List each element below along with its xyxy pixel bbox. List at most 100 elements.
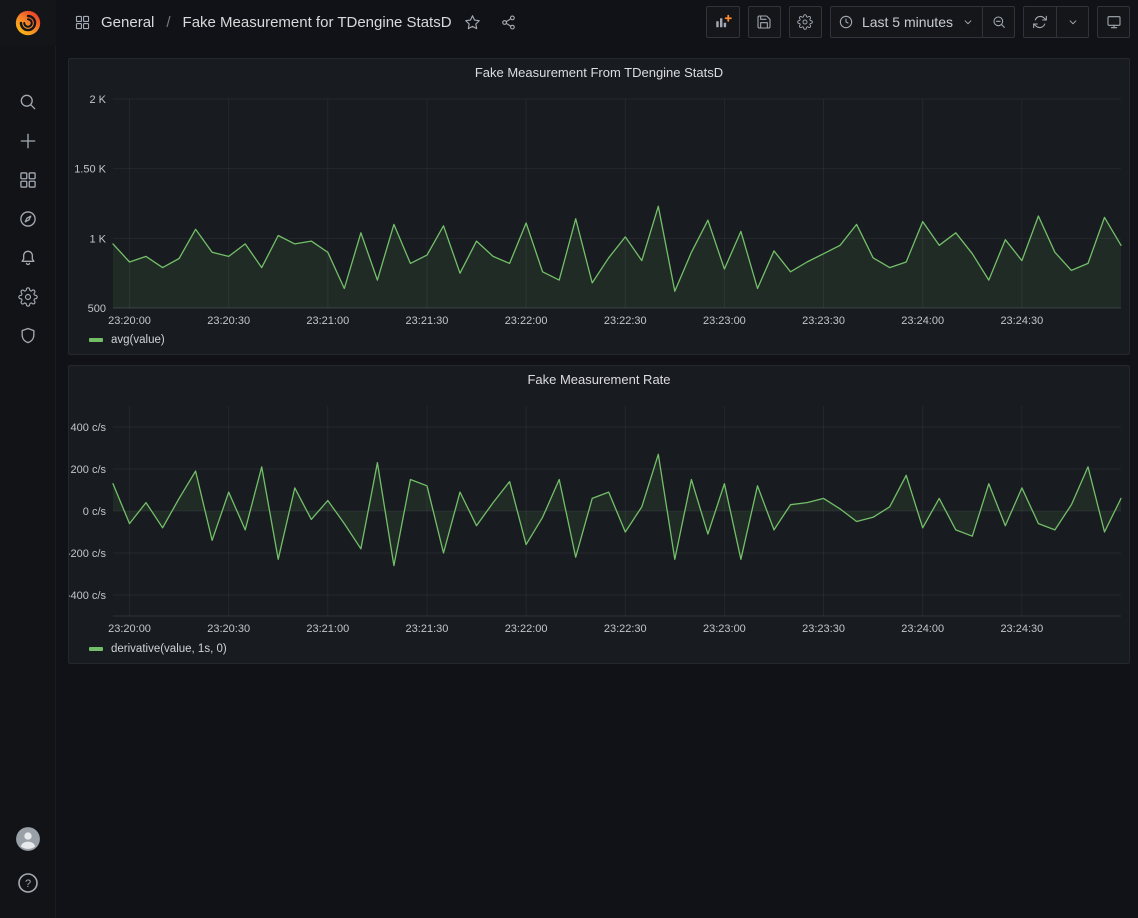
top-navbar: General / Fake Measurement for TDengine …: [56, 0, 1138, 44]
sidebar-item-create[interactable]: [0, 121, 56, 160]
chevron-down-icon: [1066, 15, 1080, 29]
refresh-interval-dropdown[interactable]: [1056, 6, 1089, 38]
breadcrumb: General / Fake Measurement for TDengine …: [74, 14, 452, 31]
share-alt-icon: [500, 14, 517, 31]
timeseries-chart[interactable]: -400 c/s -200 c/s 0 c/s 200 c/s 400 c/s 23:20…: [69, 394, 1129, 640]
user-avatar-icon: [15, 826, 41, 852]
monitor-icon: [1106, 14, 1122, 30]
sidebar: ?: [0, 0, 56, 918]
legend-item[interactable]: avg(value): [69, 331, 1129, 354]
x-axis-tick-label: 23:20:30: [207, 623, 250, 635]
add-panel-button[interactable]: [706, 6, 740, 38]
sidebar-nav: [0, 82, 56, 355]
refresh-group: [1023, 6, 1089, 38]
x-axis-tick-label: 23:23:30: [802, 315, 845, 327]
y-axis-tick-label: 500: [88, 303, 106, 315]
y-axis-tick-label: 200 c/s: [71, 464, 107, 476]
sidebar-item-explore[interactable]: [0, 199, 56, 238]
share-dashboard-button[interactable]: [494, 7, 524, 37]
plus-icon: [18, 131, 38, 151]
time-range-picker[interactable]: Last 5 minutes: [830, 6, 982, 38]
y-axis-tick-label: 0 c/s: [83, 506, 107, 518]
sidebar-bottom: ?: [13, 824, 43, 918]
x-axis-tick-label: 23:22:00: [505, 623, 548, 635]
legend-series-swatch: [89, 338, 103, 342]
star-dashboard-button[interactable]: [458, 7, 488, 37]
grafana-logo-icon: [13, 8, 43, 38]
save-dashboard-button[interactable]: [748, 6, 781, 38]
save-icon: [756, 14, 772, 30]
clock-icon: [838, 14, 854, 30]
breadcrumb-folder-link[interactable]: General: [74, 14, 154, 31]
panel-fake-measurement: Fake Measurement From TDengine StatsD 50…: [68, 58, 1130, 355]
x-axis-tick-label: 23:24:30: [1000, 315, 1043, 327]
chevron-down-icon: [961, 15, 975, 29]
gear-icon: [18, 287, 38, 307]
x-axis-tick-label: 23:21:30: [406, 315, 449, 327]
bell-icon: [18, 248, 38, 268]
x-axis-tick-label: 23:21:00: [306, 623, 349, 635]
gear-icon: [797, 14, 813, 30]
dashboards-grid-icon: [18, 170, 38, 190]
x-axis-tick-label: 23:20:00: [108, 623, 151, 635]
time-range-label: Last 5 minutes: [862, 14, 953, 30]
sidebar-item-alerting[interactable]: [0, 238, 56, 277]
sidebar-item-configuration[interactable]: [0, 277, 56, 316]
dashboard-grid: Fake Measurement From TDengine StatsD 50…: [56, 44, 1138, 664]
x-axis-tick-label: 23:22:30: [604, 623, 647, 635]
x-axis-tick-label: 23:21:00: [306, 315, 349, 327]
x-axis-tick-label: 23:22:00: [505, 315, 548, 327]
x-axis-tick-label: 23:24:00: [901, 315, 944, 327]
svg-text:?: ?: [24, 878, 30, 890]
series-fill: [113, 454, 1121, 565]
sync-arrows-icon: [1032, 14, 1048, 30]
sidebar-item-dashboards[interactable]: [0, 160, 56, 199]
panel-title[interactable]: Fake Measurement Rate: [69, 366, 1129, 394]
x-axis-tick-label: 23:24:30: [1000, 623, 1043, 635]
x-axis-tick-label: 23:20:00: [108, 315, 151, 327]
x-axis-tick-label: 23:21:30: [406, 623, 449, 635]
question-circle-icon: ?: [16, 871, 40, 895]
legend-series-label: avg(value): [111, 334, 165, 346]
breadcrumb-separator: /: [164, 14, 172, 31]
y-axis-tick-label: 2 K: [89, 94, 106, 106]
user-profile-button[interactable]: [13, 824, 43, 854]
series-fill: [113, 206, 1121, 308]
y-axis-tick-label: -400 c/s: [69, 590, 106, 602]
panel-title[interactable]: Fake Measurement From TDengine StatsD: [69, 59, 1129, 87]
toolbar: Last 5 minutes: [706, 6, 1130, 38]
star-icon: [464, 14, 481, 31]
x-axis-tick-label: 23:22:30: [604, 315, 647, 327]
sidebar-item-search[interactable]: [0, 82, 56, 121]
legend-item[interactable]: derivative(value, 1s, 0): [69, 640, 1129, 663]
time-picker-group: Last 5 minutes: [830, 6, 1015, 38]
grafana-logo-button[interactable]: [0, 0, 56, 46]
panel-fake-measurement-rate: Fake Measurement Rate -400 c/s -200 c/s 0 …: [68, 365, 1130, 664]
help-button[interactable]: ?: [13, 868, 43, 898]
timeseries-chart[interactable]: 500 1 K 1.50 K 2 K 23:20:00 23:20:30 23:21:00 2…: [69, 87, 1129, 331]
legend-series-label: derivative(value, 1s, 0): [111, 643, 227, 655]
y-axis-tick-label: 1 K: [89, 233, 106, 245]
breadcrumb-folder-label: General: [101, 14, 154, 31]
x-axis-tick-label: 23:23:30: [802, 623, 845, 635]
zoom-out-time-button[interactable]: [982, 6, 1015, 38]
search-icon: [18, 92, 38, 112]
compass-icon: [18, 209, 38, 229]
magnifier-minus-icon: [991, 14, 1007, 30]
dashboard-settings-button[interactable]: [789, 6, 822, 38]
apps-grid-icon: [74, 14, 91, 31]
x-axis-tick-label: 23:24:00: [901, 623, 944, 635]
refresh-dashboard-button[interactable]: [1023, 6, 1056, 38]
legend-series-swatch: [89, 647, 103, 651]
y-axis-tick-label: 1.50 K: [74, 164, 106, 176]
x-axis-tick-label: 23:23:00: [703, 315, 746, 327]
x-axis-tick-label: 23:20:30: [207, 315, 250, 327]
sidebar-item-server-admin[interactable]: [0, 316, 56, 355]
cycle-view-mode-button[interactable]: [1097, 6, 1130, 38]
y-axis-tick-label: -200 c/s: [69, 548, 106, 560]
shield-icon: [18, 326, 38, 346]
panel-add-icon: [714, 13, 732, 31]
x-axis-tick-label: 23:23:00: [703, 623, 746, 635]
dashboard-title: Fake Measurement for TDengine StatsD: [183, 14, 452, 31]
y-axis-tick-label: 400 c/s: [71, 422, 107, 434]
